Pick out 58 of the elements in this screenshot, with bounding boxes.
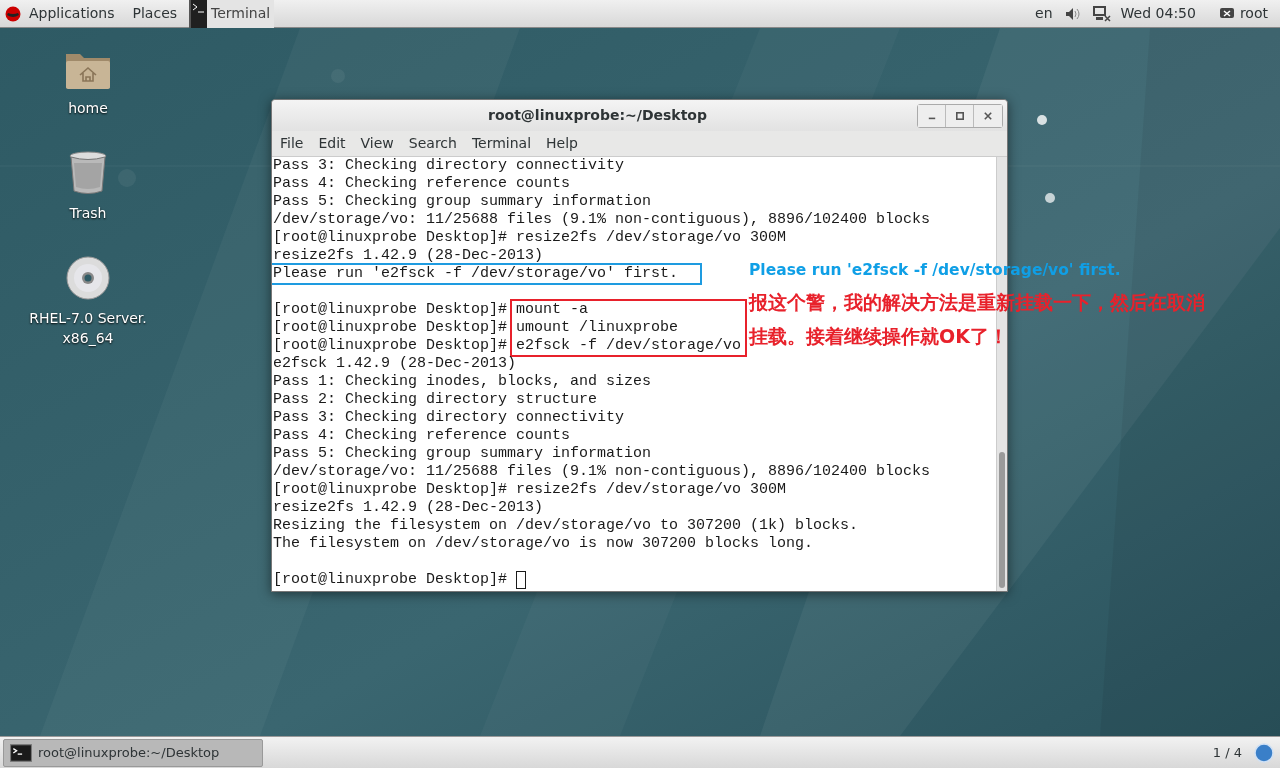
clock[interactable]: Wed 04:50 bbox=[1120, 3, 1196, 24]
taskbar-window-button[interactable]: root@linuxprobe:~/Desktop bbox=[3, 738, 263, 767]
desktop-icon-label[interactable]: home bbox=[68, 98, 108, 118]
menu-item[interactable]: Search bbox=[408, 133, 457, 154]
maximize-icon bbox=[955, 111, 964, 120]
close-button[interactable] bbox=[974, 104, 1002, 127]
trash-icon bbox=[68, 151, 108, 195]
top-bar-menu[interactable]: Applications bbox=[27, 3, 117, 24]
terminal-output-line: Pass 4: Checking reference counts bbox=[273, 427, 572, 445]
command-text: umount /linuxprobe bbox=[516, 319, 680, 337]
shell-prompt: [root@linuxprobe Desktop]# bbox=[273, 319, 508, 337]
command-text: mount -a bbox=[516, 301, 590, 319]
desktop-icon-label[interactable]: Trash bbox=[69, 203, 107, 223]
shell-prompt: [root@linuxprobe Desktop]# bbox=[273, 571, 508, 589]
shell-prompt: [root@linuxprobe Desktop]# bbox=[273, 301, 508, 319]
terminal-output-line: Pass 2: Checking directory structure bbox=[273, 391, 599, 409]
window-title: root@linuxprobe:~/Desktop bbox=[487, 106, 708, 125]
user-icon[interactable] bbox=[1219, 7, 1234, 20]
notification-icon[interactable] bbox=[1254, 742, 1274, 763]
terminal-output-line: Resizing the filesystem on /dev/storage/vo to 307200 (1k) blocks. bbox=[273, 517, 860, 535]
command-text: e2fsck -f /dev/storage/vo bbox=[516, 337, 742, 355]
workspace-indicator[interactable]: 1 / 4 bbox=[1212, 742, 1242, 763]
menu-item[interactable]: View bbox=[360, 133, 394, 154]
network-icon[interactable] bbox=[1092, 5, 1111, 22]
terminal-output-line: The filesystem on /dev/storage/vo is now 307200 blocks long. bbox=[273, 535, 815, 553]
terminal-output-line: /dev/storage/vo: 11/25688 files (9.1% non-contiguous), 8896/102400 blocks bbox=[273, 211, 932, 229]
active-app-button[interactable]: Terminal bbox=[189, 0, 275, 28]
menu-item[interactable]: File bbox=[280, 133, 304, 154]
language-indicator[interactable]: en bbox=[1035, 3, 1053, 24]
terminal-output-line: resize2fs 1.42.9 (28-Dec-2013) bbox=[273, 499, 545, 517]
command-text: resize2fs /dev/storage/vo 300M bbox=[516, 229, 787, 247]
terminal-output-line: Pass 3: Checking directory connectivity bbox=[273, 409, 626, 427]
user-menu[interactable]: root bbox=[1239, 3, 1268, 24]
terminal-output-line: e2fsck 1.42.9 (28-Dec-2013) bbox=[273, 355, 518, 373]
terminal-output-line: Please run 'e2fsck -f /dev/storage/vo' first. bbox=[273, 265, 679, 283]
shell-prompt: [root@linuxprobe Desktop]# bbox=[273, 337, 508, 355]
shell-prompt: [root@linuxprobe Desktop]# bbox=[273, 229, 508, 247]
menu-item[interactable]: Edit bbox=[318, 133, 346, 154]
menu-item[interactable]: Help bbox=[546, 133, 578, 154]
terminal-output-line: /dev/storage/vo: 11/25688 files (9.1% non-contiguous), 8896/102400 blocks bbox=[273, 463, 932, 481]
terminal-output-line: Pass 3: Checking directory connectivity bbox=[273, 157, 626, 175]
redhat-logo-icon bbox=[5, 5, 21, 22]
disc-icon bbox=[66, 256, 110, 300]
terminal-output-line: Pass 1: Checking inodes, blocks, and sizes bbox=[273, 373, 653, 391]
terminal-output-line: resize2fs 1.42.9 (28-Dec-2013) bbox=[273, 247, 545, 265]
speaker-icon[interactable] bbox=[1064, 6, 1081, 21]
menu-item[interactable]: Terminal bbox=[471, 133, 532, 154]
terminal-prompt-glyph-icon bbox=[191, 0, 208, 28]
terminal-output-line: Pass 5: Checking group summary information bbox=[273, 193, 653, 211]
terminal-output-line: Pass 4: Checking reference counts bbox=[273, 175, 572, 193]
top-bar-menu[interactable]: Places bbox=[130, 3, 180, 24]
shell-prompt: [root@linuxprobe Desktop]# bbox=[273, 481, 508, 499]
command-text: resize2fs /dev/storage/vo 300M bbox=[516, 481, 787, 499]
terminal-output-line: Pass 5: Checking group summary information bbox=[273, 445, 653, 463]
desktop-icon-label[interactable]: RHEL-7.0 Server. x86_64 bbox=[29, 308, 147, 348]
terminal-icon bbox=[10, 743, 32, 762]
close-icon bbox=[984, 111, 992, 120]
maximize-button[interactable] bbox=[946, 104, 974, 127]
